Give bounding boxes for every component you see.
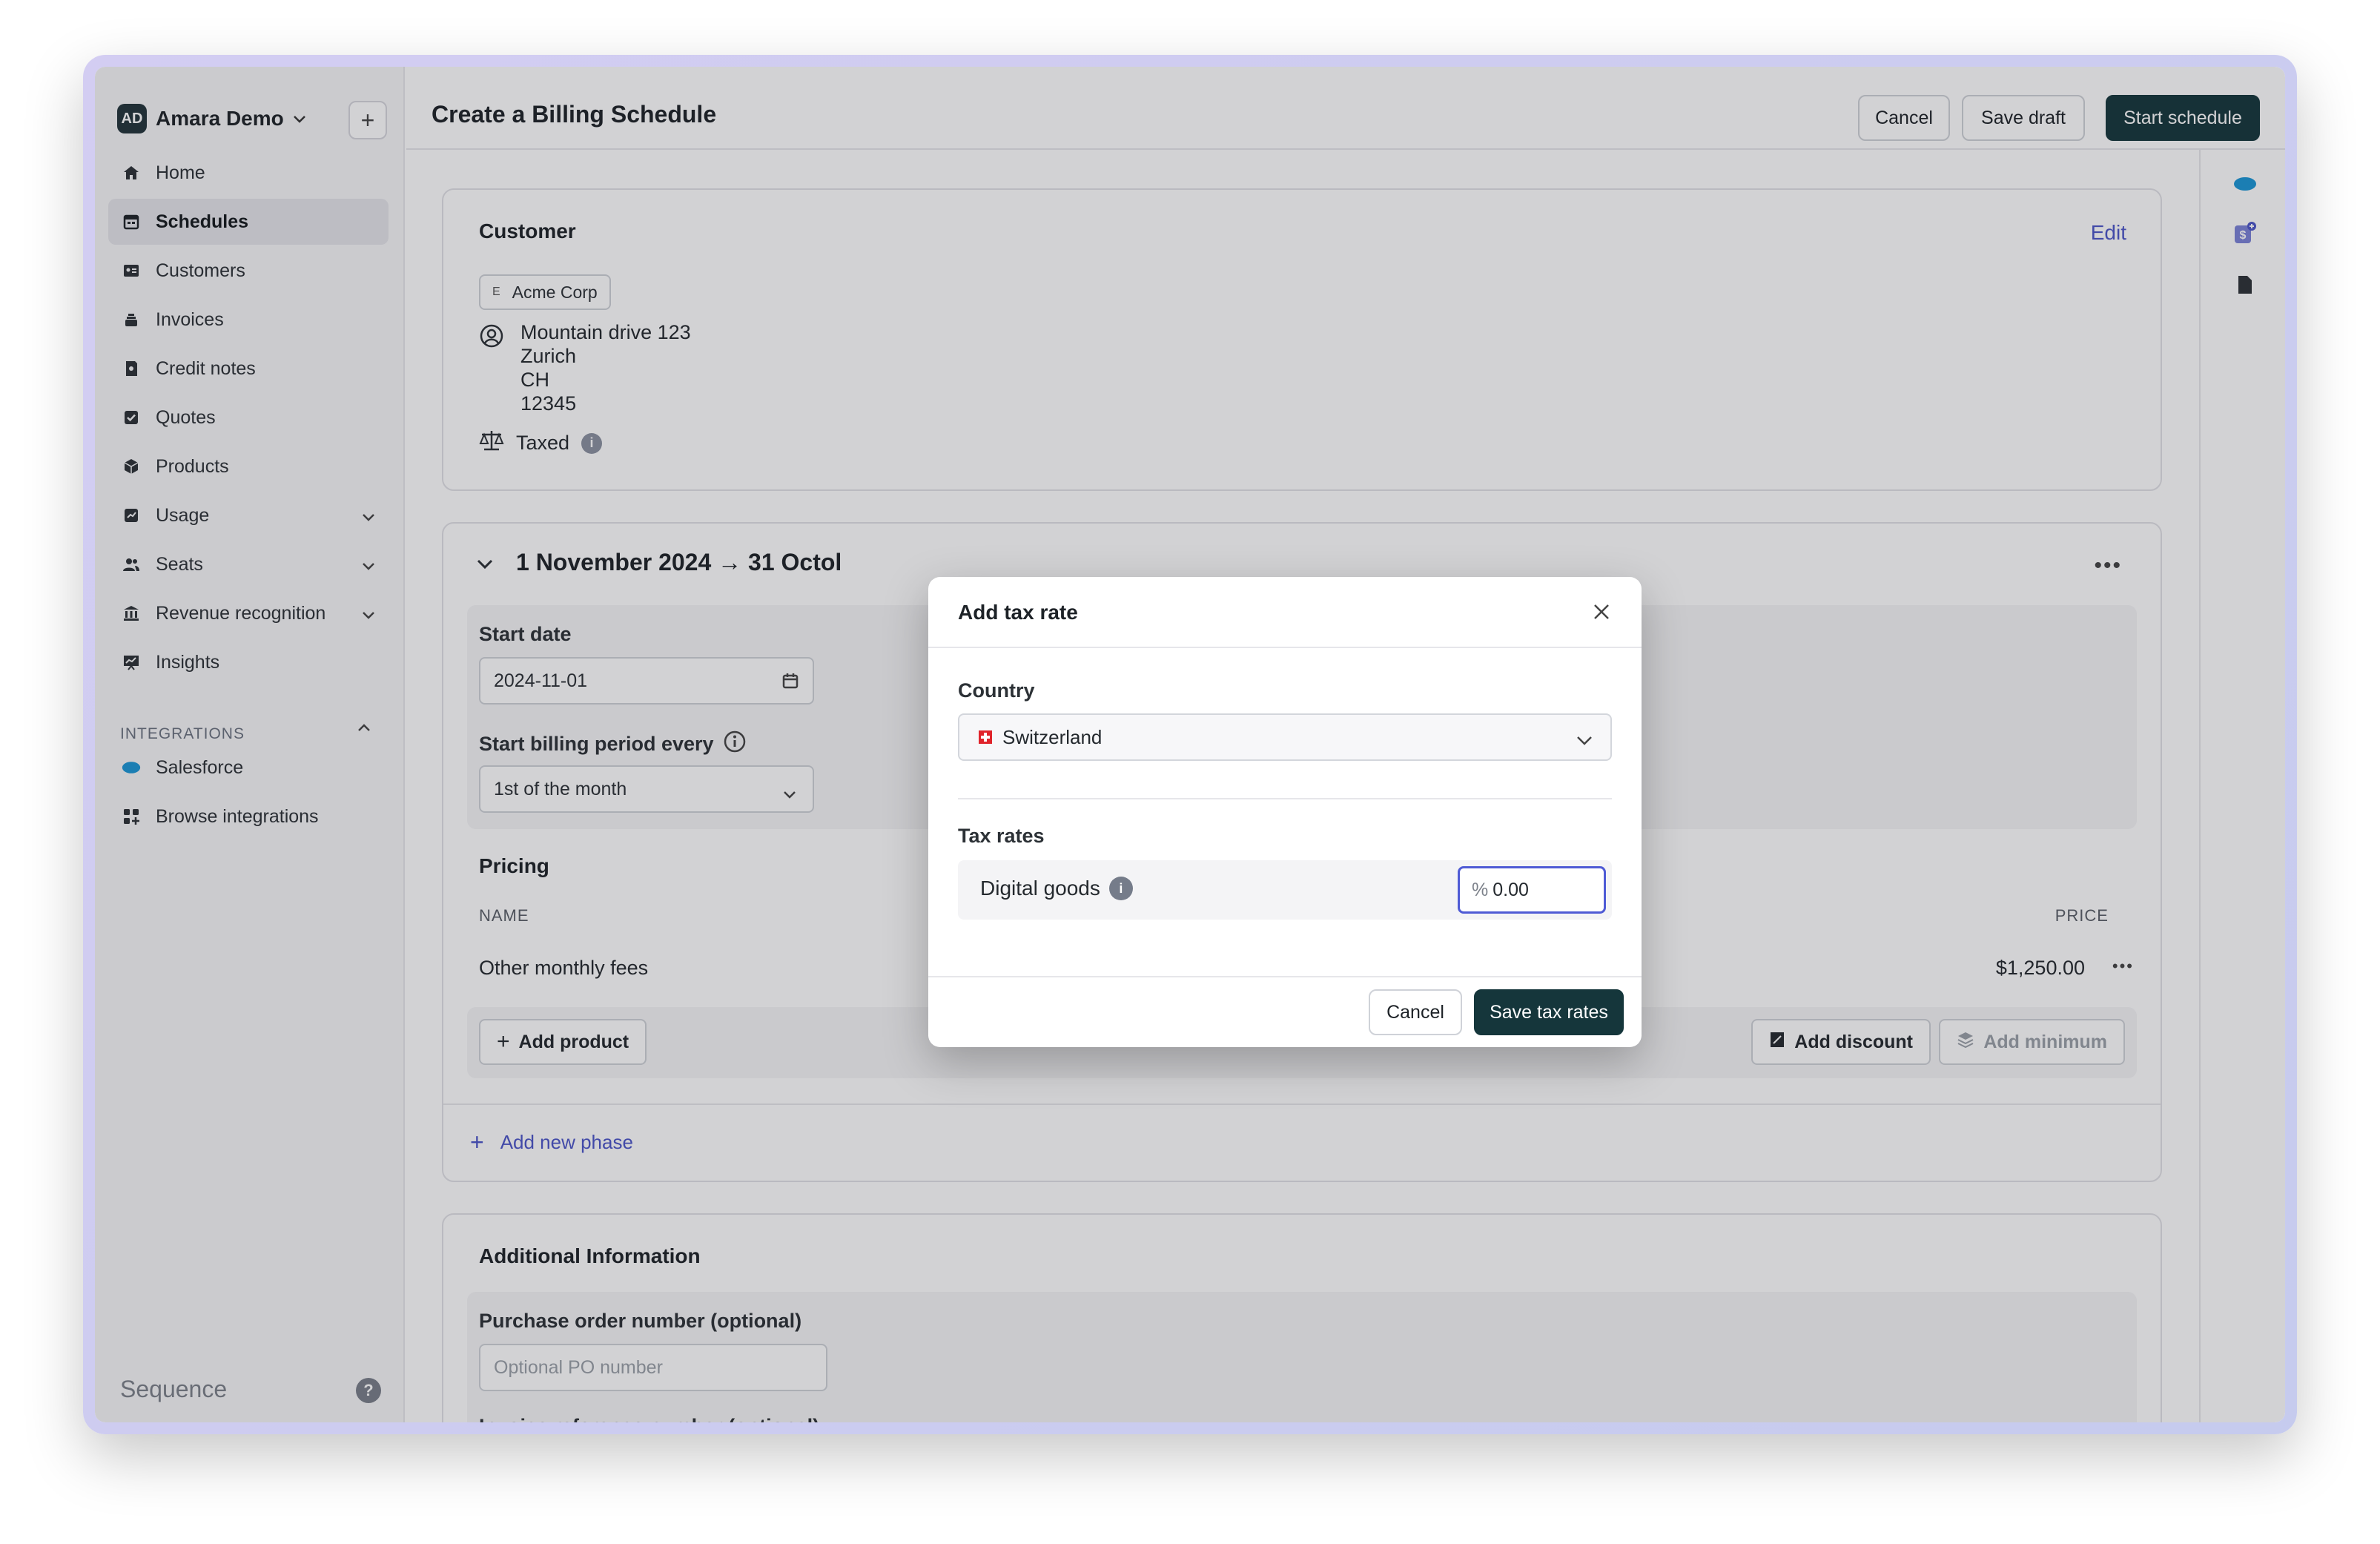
country-select[interactable]: Switzerland: [958, 713, 1612, 761]
save-tax-rates-button[interactable]: Save tax rates: [1474, 989, 1624, 1035]
tax-rates-label: Tax rates: [958, 825, 1045, 847]
tax-rate-name: Digital goods i: [980, 877, 1133, 900]
modal-divider: [958, 798, 1612, 799]
app-window: AD Amara Demo + Home Schedules Customers: [95, 67, 2285, 1422]
chevron-down-icon: [1576, 728, 1593, 751]
add-tax-rate-modal: Add tax rate Country Switzerland Tax rat…: [928, 577, 1642, 1047]
window-frame: AD Amara Demo + Home Schedules Customers: [83, 55, 2297, 1434]
country-label: Country: [958, 679, 1035, 702]
country-value: Switzerland: [1002, 725, 1103, 748]
tax-rate-label: Digital goods: [980, 877, 1100, 900]
modal-divider: [928, 976, 1642, 977]
swiss-flag-icon: [979, 730, 992, 744]
info-icon[interactable]: i: [1108, 877, 1133, 900]
close-icon[interactable]: [1593, 599, 1610, 627]
modal-divider: [928, 647, 1642, 648]
percent-unit: %: [1472, 879, 1489, 900]
modal-title: Add tax rate: [958, 601, 1078, 624]
tax-rate-row: Digital goods i % 0.00: [958, 860, 1612, 920]
modal-cancel-button[interactable]: Cancel: [1369, 989, 1462, 1035]
tax-rate-value: 0.00: [1493, 879, 1529, 900]
tax-rate-input[interactable]: % 0.00: [1458, 866, 1606, 914]
